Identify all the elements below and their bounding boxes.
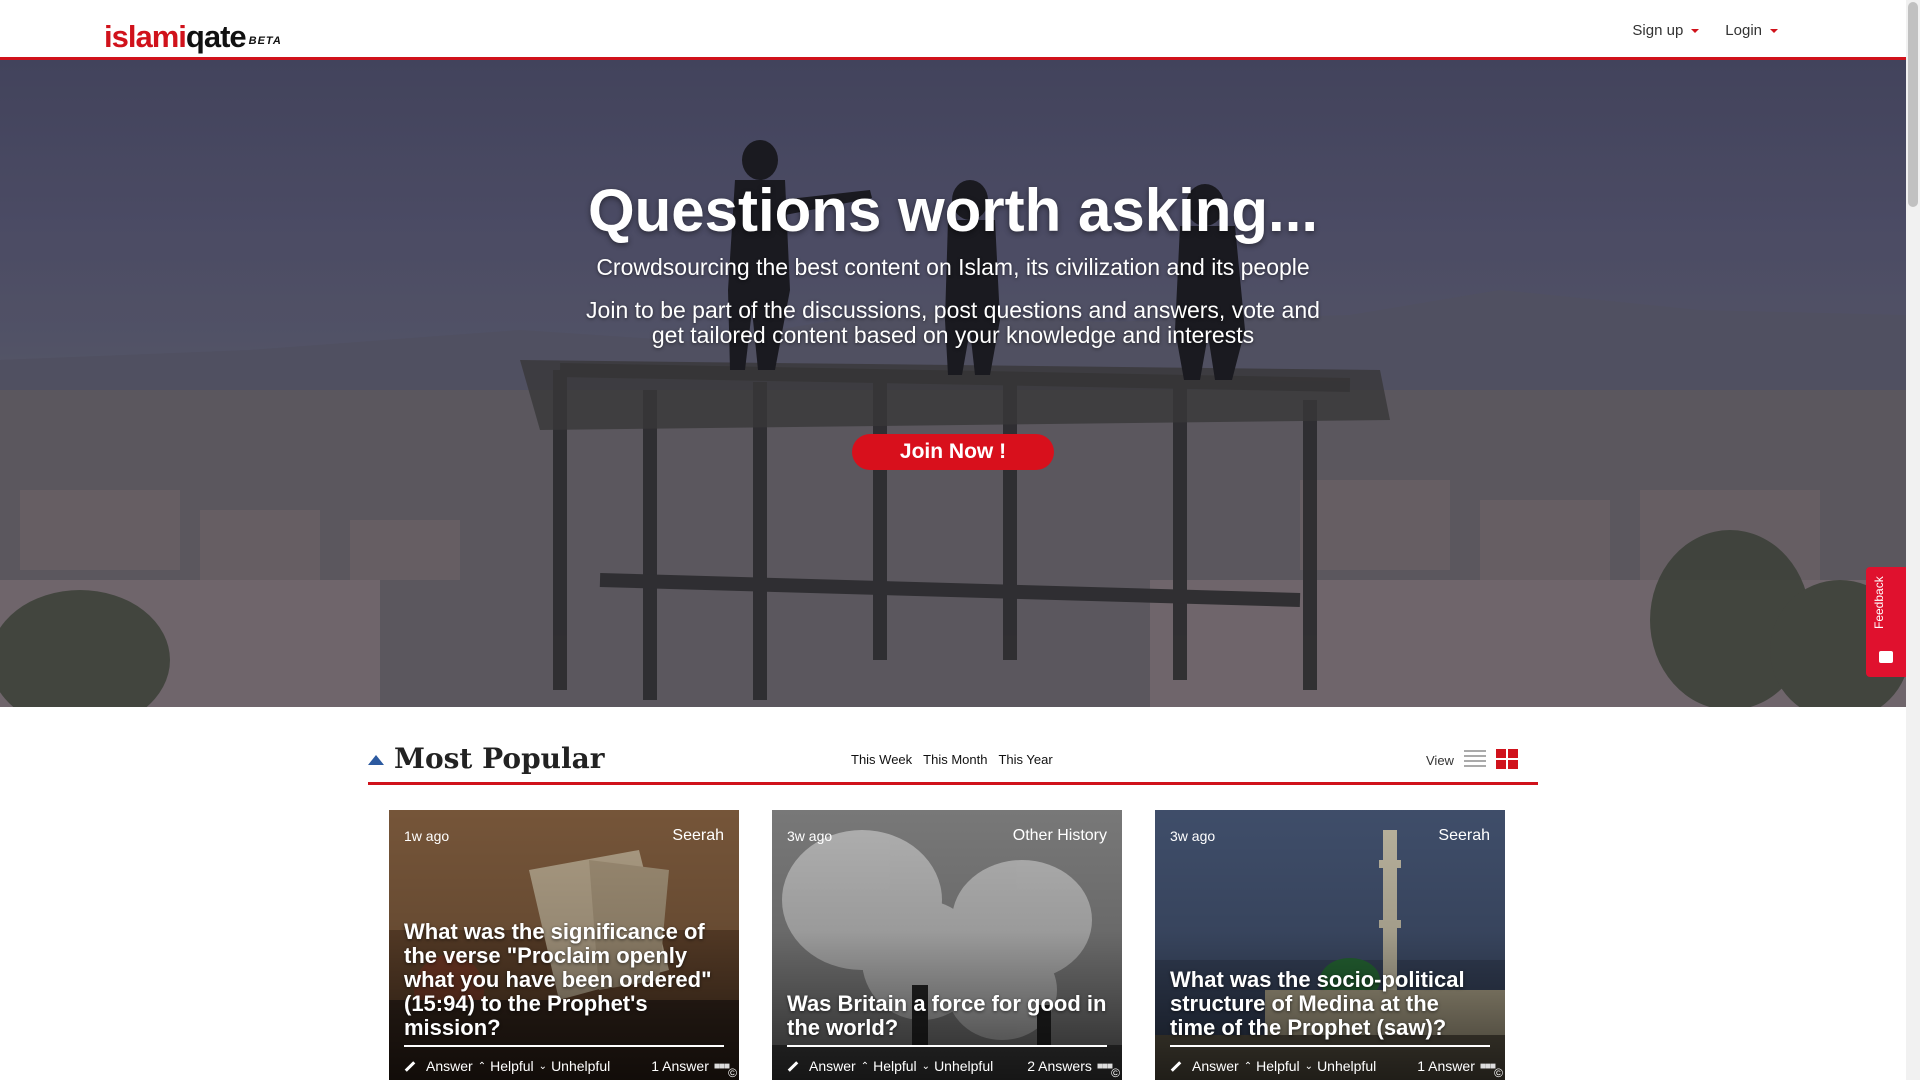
helpful-label: Helpful — [873, 1058, 917, 1074]
view-label: View — [1426, 753, 1454, 768]
card-title[interactable]: Was Britain a force for good in the worl… — [787, 992, 1107, 1040]
feedback-tab[interactable]: Feedback — [1866, 567, 1906, 677]
chat-icon — [1879, 651, 1893, 663]
chevron-up-icon: ⌃ — [477, 1060, 487, 1072]
pencil-icon — [1170, 1060, 1182, 1072]
answer-label: Answer — [1192, 1058, 1239, 1074]
answer-action[interactable]: Answer — [404, 1058, 473, 1074]
card-divider — [404, 1045, 724, 1047]
question-card[interactable]: 3w ago Seerah What was the socio-politic… — [1155, 810, 1505, 1080]
page-scrollbar[interactable] — [1906, 0, 1920, 1080]
signup-menu[interactable]: Sign up — [1632, 22, 1700, 39]
most-popular-header: Most Popular This Week This Month This Y… — [368, 738, 1538, 785]
logo-wordmark: islamiqate — [104, 19, 247, 54]
card-category[interactable]: Other History — [1013, 827, 1107, 845]
copyright-icon: © — [728, 1066, 737, 1080]
answer-count-label: 1 Answer — [651, 1058, 709, 1074]
question-card[interactable]: 3w ago Other History Was Britain a force… — [772, 810, 1122, 1080]
signup-label: Sign up — [1632, 22, 1684, 39]
copyright-icon: © — [1494, 1066, 1503, 1080]
hero-overlay — [0, 60, 1906, 707]
answer-count[interactable]: 1 Answer ■■■ — [1417, 1058, 1496, 1074]
answer-label: Answer — [809, 1058, 856, 1074]
join-now-button[interactable]: Join Now ! — [852, 434, 1054, 470]
card-divider — [1170, 1045, 1490, 1047]
answer-count-label: 1 Answer — [1417, 1058, 1475, 1074]
helpful-action[interactable]: ⌃ Helpful — [1244, 1058, 1300, 1074]
helpful-label: Helpful — [490, 1058, 534, 1074]
card-time: 3w ago — [1170, 828, 1216, 844]
scrollbar-thumb[interactable] — [1908, 2, 1918, 207]
answer-label: Answer — [426, 1058, 473, 1074]
helpful-action[interactable]: ⌃ Helpful — [478, 1058, 534, 1074]
dots-icon[interactable]: ■■■ — [1097, 1061, 1113, 1072]
list-view-icon[interactable] — [1464, 750, 1486, 768]
logo-beta-badge: BETA — [248, 35, 282, 47]
card-actions: Answer ⌃ Helpful ⌄ Unhelpful 1 Answer ■■■ — [404, 1054, 730, 1078]
hero-description: Join to be part of the discussions, post… — [586, 297, 1320, 348]
feedback-label: Feedback — [1872, 576, 1886, 629]
question-card[interactable]: 1w ago Seerah What was the significance … — [389, 810, 739, 1080]
answer-action[interactable]: Answer — [1170, 1058, 1239, 1074]
card-time: 3w ago — [787, 828, 833, 844]
chevron-down-icon: ⌄ — [1304, 1060, 1314, 1072]
copyright-icon: © — [1111, 1066, 1120, 1080]
helpful-action[interactable]: ⌃ Helpful — [861, 1058, 917, 1074]
card-category[interactable]: Seerah — [672, 827, 724, 845]
caret-down-icon — [1691, 28, 1700, 33]
answer-action[interactable]: Answer — [787, 1058, 856, 1074]
unhelpful-action[interactable]: ⌄ Unhelpful — [1305, 1058, 1377, 1074]
filter-this-month[interactable]: This Month — [923, 752, 987, 767]
filter-this-year[interactable]: This Year — [998, 752, 1052, 767]
caret-down-icon — [1770, 28, 1778, 33]
unhelpful-action[interactable]: ⌄ Unhelpful — [922, 1058, 994, 1074]
section-title: Most Popular — [394, 742, 605, 775]
chevron-up-icon: ⌃ — [860, 1060, 870, 1072]
login-menu[interactable]: Login — [1725, 22, 1778, 39]
unhelpful-action[interactable]: ⌄ Unhelpful — [539, 1058, 611, 1074]
dots-icon[interactable]: ■■■ — [714, 1061, 730, 1072]
pencil-icon — [787, 1060, 799, 1072]
card-time: 1w ago — [404, 828, 450, 844]
chevron-up-icon: ⌃ — [1243, 1060, 1253, 1072]
site-header: islamiqate BETA Sign up Login — [0, 0, 1906, 60]
card-title[interactable]: What was the significance of the verse "… — [404, 920, 724, 1040]
card-actions: Answer ⌃ Helpful ⌄ Unhelpful 2 Answers ■■■ — [787, 1054, 1113, 1078]
hero-subtitle: Crowdsourcing the best content on Islam,… — [596, 254, 1310, 280]
answer-count[interactable]: 1 Answer ■■■ — [651, 1058, 730, 1074]
top-nav: Sign up Login — [1632, 22, 1778, 39]
time-filters: This Week This Month This Year — [851, 752, 1053, 767]
unhelpful-label: Unhelpful — [934, 1058, 994, 1074]
site-logo[interactable]: islamiqate BETA — [104, 8, 282, 52]
helpful-label: Helpful — [1256, 1058, 1300, 1074]
unhelpful-label: Unhelpful — [1317, 1058, 1377, 1074]
hero-banner: Questions worth asking... Crowdsourcing … — [0, 60, 1906, 707]
answer-count-label: 2 Answers — [1027, 1058, 1092, 1074]
card-divider — [787, 1045, 1107, 1047]
card-title[interactable]: What was the socio-political structure o… — [1170, 968, 1490, 1040]
card-actions: Answer ⌃ Helpful ⌄ Unhelpful 1 Answer ■■■ — [1170, 1054, 1496, 1078]
chevron-down-icon: ⌄ — [921, 1060, 931, 1072]
pencil-icon — [404, 1060, 416, 1072]
filter-this-week[interactable]: This Week — [851, 752, 912, 767]
triangle-up-icon[interactable] — [368, 755, 384, 765]
chevron-down-icon: ⌄ — [538, 1060, 548, 1072]
dots-icon[interactable]: ■■■ — [1480, 1061, 1496, 1072]
unhelpful-label: Unhelpful — [551, 1058, 611, 1074]
answer-count[interactable]: 2 Answers ■■■ — [1027, 1058, 1113, 1074]
login-label: Login — [1725, 22, 1762, 39]
grid-view-icon[interactable] — [1496, 749, 1518, 769]
hero-title: Questions worth asking... — [587, 177, 1319, 244]
card-category[interactable]: Seerah — [1438, 827, 1490, 845]
